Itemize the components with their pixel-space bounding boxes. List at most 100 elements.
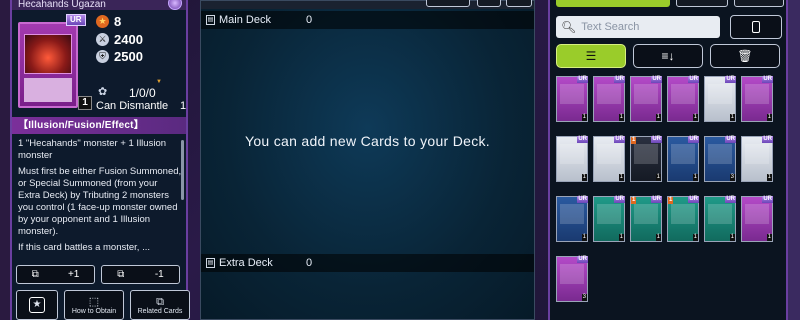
card-count-badge: 3 (729, 174, 735, 181)
deck-toolbar-button[interactable] (506, 0, 532, 7)
atk-row: ⚔ 2400 (96, 32, 143, 47)
card-count-badge: 1 (655, 234, 661, 241)
card-count-badge: 1 (766, 114, 772, 121)
collection-card[interactable]: UR 1 (667, 136, 699, 182)
rarity-badge: UR (577, 136, 588, 143)
collection-card-grid: UR 1 UR 1 UR 1 UR 1 UR 1 UR 1 UR 1 UR 1 UR 1 1 UR 1 UR 3 UR 1 UR 1… (556, 76, 786, 302)
collection-tab-active[interactable] (556, 0, 670, 7)
collection-card[interactable]: UR 1 (704, 76, 736, 122)
sort-icon: ≡↓ (661, 49, 675, 63)
collection-card-art (745, 84, 769, 104)
collection-tabs (550, 0, 786, 8)
deck-card-icon: ⧉ (31, 269, 39, 280)
collection-card[interactable]: UR 1 (593, 76, 625, 122)
collection-card[interactable]: UR 3 (556, 256, 588, 302)
search-icon: 🔍︎ (561, 20, 577, 34)
card-count-badge: 3 (581, 294, 587, 301)
obtain-icon: ⬚ (88, 295, 100, 308)
collection-card[interactable]: UR 1 (556, 76, 588, 122)
description-paragraph: 1 "Hecahands" monster + 1 Illusion monst… (18, 138, 167, 161)
main-deck-count: 0 (306, 14, 313, 26)
atk-value: 2400 (114, 32, 143, 47)
card-count-badge: 1 (618, 114, 624, 121)
card-type-line: 【Illusion/Fusion/Effect】 (12, 117, 186, 134)
favorite-button[interactable]: ★ (16, 290, 58, 320)
rarity-badge: UR (66, 14, 86, 26)
collection-card[interactable]: UR 1 1 (630, 196, 662, 242)
new-flag-badge: 1 (631, 197, 637, 204)
deck-toolbar-button[interactable] (477, 0, 501, 7)
rarity-badge: UR (762, 136, 773, 143)
background-edge-right (788, 0, 800, 320)
collection-card[interactable]: UR 1 (593, 136, 625, 182)
main-deck-label: Main Deck (219, 14, 271, 26)
main-deck-header: ▤ Main Deck 0 (201, 11, 534, 29)
display-mode-button[interactable] (730, 15, 782, 39)
related-cards-label: Related Cards (137, 307, 183, 315)
collection-card-art (560, 84, 584, 104)
collection-card[interactable]: UR 3 (704, 136, 736, 182)
card-count-badge: 1 (692, 234, 698, 241)
new-flag-badge: 1 (631, 137, 637, 144)
dismantle-label: Can Dismantle (96, 100, 169, 112)
collection-card[interactable]: UR 1 (741, 136, 773, 182)
card-artwork[interactable] (18, 22, 78, 108)
collection-toolbar: ☰ ≡↓ 🗑︎ (556, 44, 780, 68)
collection-card[interactable]: UR 1 1 (630, 136, 662, 182)
collection-card[interactable]: UR 1 (556, 196, 588, 242)
description-scrollbar[interactable] (181, 140, 184, 200)
description-paragraph: If this card battles a monster, ... (18, 242, 151, 253)
collection-card[interactable]: UR 1 (667, 76, 699, 122)
card-name: Hecahands Ugazan (12, 0, 186, 10)
collection-card[interactable]: UR 1 (741, 76, 773, 122)
collection-card-art (745, 144, 769, 164)
rarity-badge: UR (651, 196, 662, 203)
rarity-badge: UR (614, 76, 625, 83)
card-count-badge: 1 (581, 234, 587, 241)
related-cards-button[interactable]: ⧉ Related Cards (130, 290, 190, 320)
search-input[interactable]: 🔍︎ Text Search (556, 16, 720, 38)
sort-button[interactable]: ≡↓ (633, 44, 703, 68)
owned-count: 1 (78, 96, 92, 110)
empty-deck-message: You can add new Cards to your Deck. (244, 133, 490, 149)
collection-card-art (634, 84, 658, 104)
collection-card[interactable]: UR 1 1 (667, 196, 699, 242)
card-description[interactable]: 1 "Hecahands" monster + 1 Illusion monst… (18, 138, 182, 262)
delete-button[interactable]: 🗑︎ (710, 44, 780, 68)
collection-tab[interactable] (734, 0, 784, 7)
extra-deck-count: 0 (306, 257, 313, 269)
main-deck-icon: ▤ (206, 15, 215, 25)
extra-deck-label: Extra Deck (219, 257, 273, 269)
deck-toolbar-strip (201, 0, 534, 9)
card-count-badge: 1 (729, 114, 735, 121)
collection-card[interactable]: UR 1 (630, 76, 662, 122)
collection-card-art (597, 204, 621, 224)
collection-card-art (745, 204, 769, 224)
collection-card[interactable]: UR 1 (556, 136, 588, 182)
remove-card-button[interactable]: ⧉ -1 (101, 265, 180, 284)
collection-card-art (708, 84, 732, 104)
collection-card-art (708, 204, 732, 224)
add-card-button[interactable]: ⧉ +1 (16, 265, 95, 284)
def-value: 2500 (114, 49, 143, 64)
collection-card-art (708, 144, 732, 164)
sword-icon: ⚔ (96, 33, 109, 46)
collection-card-art (597, 84, 621, 104)
new-flag-badge: 1 (668, 197, 674, 204)
collection-card[interactable]: UR 1 (593, 196, 625, 242)
extra-deck-header: ▤ Extra Deck 0 (201, 254, 534, 272)
deck-toolbar-button[interactable] (426, 0, 470, 7)
collection-card-art (560, 204, 584, 224)
card-count-badge: 1 (692, 114, 698, 121)
trash-icon: 🗑︎ (737, 49, 753, 63)
collection-card[interactable]: UR 1 (704, 196, 736, 242)
favorite-star-icon: ★ (29, 297, 45, 313)
filter-button[interactable]: ☰ (556, 44, 626, 68)
collection-card[interactable]: UR 1 (741, 196, 773, 242)
rarity-badge: UR (614, 196, 625, 203)
how-to-obtain-button[interactable]: ⬚ How to Obtain (64, 290, 124, 320)
dismantle-icon: ✿ (98, 86, 108, 98)
phone-icon (752, 21, 760, 33)
collection-tab[interactable] (676, 0, 728, 7)
card-detail-panel: Hecahands Ugazan UR 1 ★ 8 ⚔ 2400 ⛨ 2500 … (10, 0, 190, 320)
